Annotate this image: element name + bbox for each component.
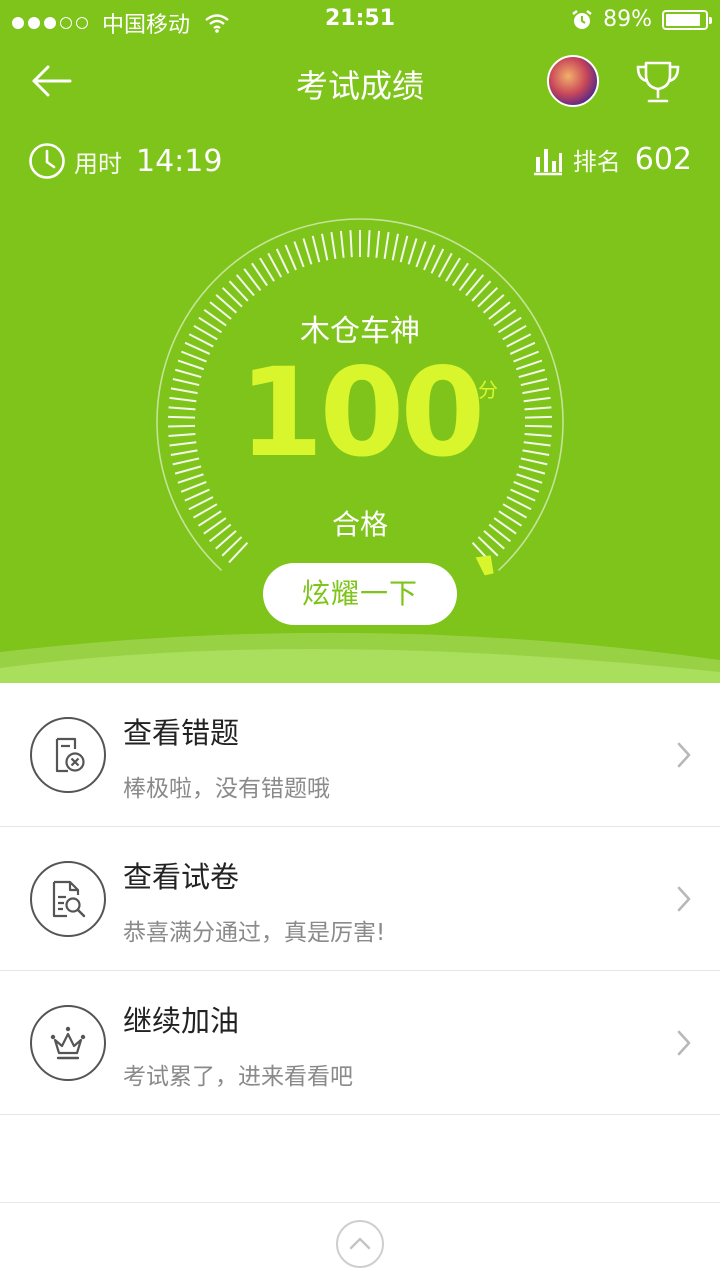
rank-label: 排名 bbox=[572, 148, 621, 176]
battery-percent: 89% bbox=[603, 7, 652, 32]
chevron-right-icon bbox=[677, 1030, 691, 1056]
list-item-wrong-questions[interactable]: 查看错题 棒极啦，没有错题哦 bbox=[0, 683, 720, 827]
item-title: 查看错题 bbox=[123, 716, 240, 750]
gauge-needle-tip bbox=[475, 555, 494, 576]
gauge-tick bbox=[423, 244, 436, 271]
gauge-tick bbox=[430, 248, 445, 274]
share-button[interactable]: 炫耀一下 bbox=[263, 563, 457, 625]
gauge-tick bbox=[349, 230, 353, 258]
gauge-tick bbox=[375, 230, 381, 258]
alarm-icon bbox=[572, 9, 592, 29]
battery-level-fill bbox=[666, 13, 700, 26]
chevron-right-icon bbox=[677, 886, 691, 912]
scroll-up-button[interactable] bbox=[336, 1220, 384, 1268]
nav-bar: 考试成绩 bbox=[0, 45, 720, 117]
rank-value: 602 bbox=[634, 142, 692, 177]
gauge-tick bbox=[516, 473, 543, 484]
clock-icon bbox=[29, 143, 65, 179]
trophy-icon[interactable] bbox=[632, 57, 684, 107]
wrong-questions-icon bbox=[30, 717, 106, 793]
page-title: 考试成绩 bbox=[295, 67, 424, 105]
gauge-tick bbox=[399, 235, 409, 263]
status-bar: 中国移动 21:51 89% bbox=[0, 0, 720, 40]
gauge-tick bbox=[383, 231, 390, 259]
gauge-tick bbox=[330, 231, 337, 259]
battery-icon bbox=[662, 9, 712, 30]
item-title: 继续加油 bbox=[123, 1004, 240, 1038]
bar-chart-icon bbox=[533, 148, 562, 175]
score-unit: 分 bbox=[478, 378, 498, 402]
gauge-tick bbox=[391, 233, 399, 261]
item-subtitle: 考试累了，进来看看吧 bbox=[123, 1064, 353, 1090]
review-paper-icon bbox=[30, 861, 106, 937]
score-value: 100 bbox=[238, 342, 486, 484]
bottom-bar bbox=[0, 1202, 720, 1280]
action-list: 查看错题 棒极啦，没有错题哦 查看试卷 恭喜满分通过，真是厉害! 继续加油 考试… bbox=[0, 683, 720, 1115]
item-subtitle: 恭喜满分通过，真是厉害! bbox=[123, 920, 386, 946]
time-label: 用时 bbox=[74, 149, 122, 178]
gauge-tick bbox=[284, 244, 297, 271]
gauge-tick bbox=[293, 241, 305, 268]
pass-status: 合格 bbox=[331, 508, 388, 541]
gauge-tick bbox=[367, 230, 371, 258]
gauge-tick bbox=[180, 481, 207, 493]
back-arrow-icon[interactable] bbox=[28, 59, 76, 103]
gauge-tick bbox=[177, 473, 204, 484]
gauge-tick bbox=[415, 241, 427, 268]
chevron-right-icon bbox=[677, 742, 691, 768]
result-header: 中国移动 21:51 89% 考试成绩 用时 14:19 排名 602 木仓车神… bbox=[0, 0, 720, 683]
time-used: 用时 14:19 bbox=[28, 142, 222, 180]
chevron-up-icon bbox=[349, 1237, 371, 1250]
gauge-tick bbox=[510, 488, 536, 502]
gauge-tick bbox=[339, 230, 345, 258]
ranking[interactable]: 排名 602 bbox=[531, 142, 692, 177]
status-right: 89% bbox=[571, 7, 712, 32]
list-item-review-paper[interactable]: 查看试卷 恭喜满分通过，真是厉害! bbox=[0, 827, 720, 971]
gauge-tick bbox=[184, 488, 210, 502]
gauge-tick bbox=[275, 248, 290, 274]
gauge-tick bbox=[407, 238, 418, 265]
item-subtitle: 棒极啦，没有错题哦 bbox=[123, 776, 330, 802]
user-avatar[interactable] bbox=[547, 55, 599, 107]
item-title: 查看试卷 bbox=[123, 860, 240, 894]
list-item-keep-going[interactable]: 继续加油 考试累了，进来看看吧 bbox=[0, 971, 720, 1115]
crown-icon bbox=[30, 1005, 106, 1081]
gauge-tick bbox=[513, 481, 540, 493]
time-value: 14:19 bbox=[136, 143, 223, 179]
gauge-tick bbox=[302, 238, 313, 265]
gauge-tick bbox=[311, 235, 321, 263]
gauge-tick bbox=[321, 233, 329, 261]
